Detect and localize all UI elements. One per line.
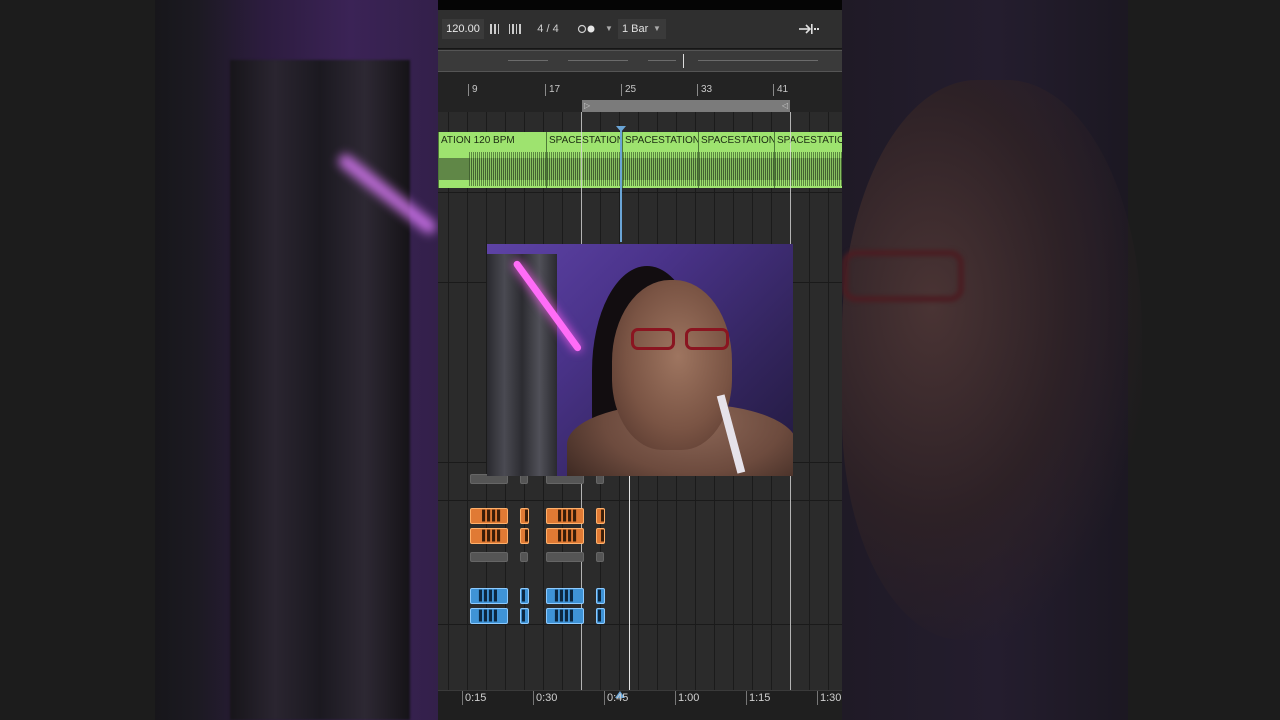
midi-note[interactable]: ▐▐▐▐ bbox=[546, 508, 584, 524]
clip-name: SPACESTATION bbox=[701, 135, 774, 146]
midi-note[interactable]: ▐ bbox=[520, 508, 529, 524]
midi-note bbox=[520, 552, 528, 562]
audio-clip[interactable]: SPACESTATION bbox=[622, 132, 698, 188]
metronome-icon[interactable] bbox=[508, 19, 524, 39]
arrangement-overview[interactable] bbox=[438, 50, 842, 72]
clip-name: SPACESTATION bbox=[549, 135, 622, 146]
time-label: 0:15 bbox=[462, 691, 486, 705]
chevron-down-icon[interactable]: ▼ bbox=[605, 19, 613, 39]
midi-note[interactable]: ▐ bbox=[596, 528, 605, 544]
time-label: 1:00 bbox=[675, 691, 699, 705]
playhead[interactable] bbox=[620, 130, 622, 242]
bar-ruler[interactable]: 9 17 25 33 41 bbox=[438, 84, 842, 100]
midi-note[interactable]: ▌ bbox=[596, 608, 605, 624]
audio-clip[interactable]: ATION 120 BPM bbox=[438, 132, 546, 188]
midi-note[interactable]: ▌▌▌▌ bbox=[470, 588, 508, 604]
transport-bar: 120.00 4 / 4 ▼ 1 Bar ▼ bbox=[438, 10, 842, 49]
face-blur bbox=[842, 80, 1142, 640]
clip-name: SPACESTATION bbox=[777, 135, 842, 146]
time-label: 1:15 bbox=[746, 691, 770, 705]
glasses-blur bbox=[842, 250, 964, 302]
curtain bbox=[487, 254, 557, 476]
midi-note bbox=[546, 552, 584, 562]
record-mode-icon[interactable] bbox=[576, 19, 604, 39]
time-label: 0:30 bbox=[533, 691, 557, 705]
webcam-overlay bbox=[487, 244, 793, 476]
bar-number: 25 bbox=[621, 84, 636, 96]
midi-note bbox=[470, 552, 508, 562]
midi-note[interactable]: ▌▌▌▌ bbox=[546, 588, 584, 604]
bar-number: 33 bbox=[697, 84, 712, 96]
follow-icon[interactable] bbox=[798, 19, 824, 39]
insert-marker bbox=[629, 476, 630, 690]
tap-tempo-icon[interactable] bbox=[488, 19, 504, 39]
bar-number: 9 bbox=[468, 84, 478, 96]
midi-note[interactable]: ▌ bbox=[520, 588, 529, 604]
midi-note[interactable]: ▐▐▐▐ bbox=[470, 528, 508, 544]
time-ruler[interactable]: 0:15 0:30 0:45 1:00 1:15 1:30 bbox=[438, 690, 842, 720]
bar-number: 17 bbox=[545, 84, 560, 96]
audio-clip[interactable]: SPACESTATION bbox=[774, 132, 842, 188]
audio-track: ATION 120 BPM SPACESTATION SPACESTATION … bbox=[438, 132, 842, 188]
time-label: 0:45 bbox=[604, 691, 628, 705]
midi-note[interactable]: ▌ bbox=[520, 608, 529, 624]
chevron-down-icon[interactable]: ▼ bbox=[653, 19, 661, 39]
midi-note[interactable]: ▌▌▌▌ bbox=[546, 608, 584, 624]
audio-clip[interactable]: SPACESTATION bbox=[698, 132, 774, 188]
midi-note[interactable]: ▐▐▐▐ bbox=[546, 528, 584, 544]
loop-brace[interactable]: ▷ ◁ bbox=[582, 100, 790, 112]
clip-name: ATION 120 BPM bbox=[441, 135, 515, 146]
tempo-field[interactable]: 120.00 bbox=[442, 19, 484, 39]
midi-note[interactable]: ▐ bbox=[520, 528, 529, 544]
midi-note[interactable]: ▐▐▐▐ bbox=[470, 508, 508, 524]
face bbox=[612, 280, 732, 450]
audio-clip[interactable]: SPACESTATION bbox=[546, 132, 622, 188]
midi-note[interactable]: ▌▌▌▌ bbox=[470, 608, 508, 624]
loop-start-icon[interactable]: ▷ bbox=[584, 100, 590, 112]
glasses-icon bbox=[627, 328, 735, 352]
time-label: 1:30 bbox=[817, 691, 841, 705]
midi-note[interactable]: ▐ bbox=[596, 508, 605, 524]
loop-end-icon[interactable]: ◁ bbox=[782, 100, 788, 112]
midi-note[interactable]: ▌ bbox=[596, 588, 605, 604]
blurred-background-left bbox=[0, 0, 438, 720]
overview-cursor bbox=[683, 54, 684, 68]
midi-note bbox=[596, 552, 604, 562]
clip-name: SPACESTATION bbox=[625, 135, 698, 146]
time-signature[interactable]: 4 / 4 bbox=[532, 19, 564, 39]
bar-number: 41 bbox=[773, 84, 788, 96]
curtain-blur bbox=[230, 60, 410, 720]
